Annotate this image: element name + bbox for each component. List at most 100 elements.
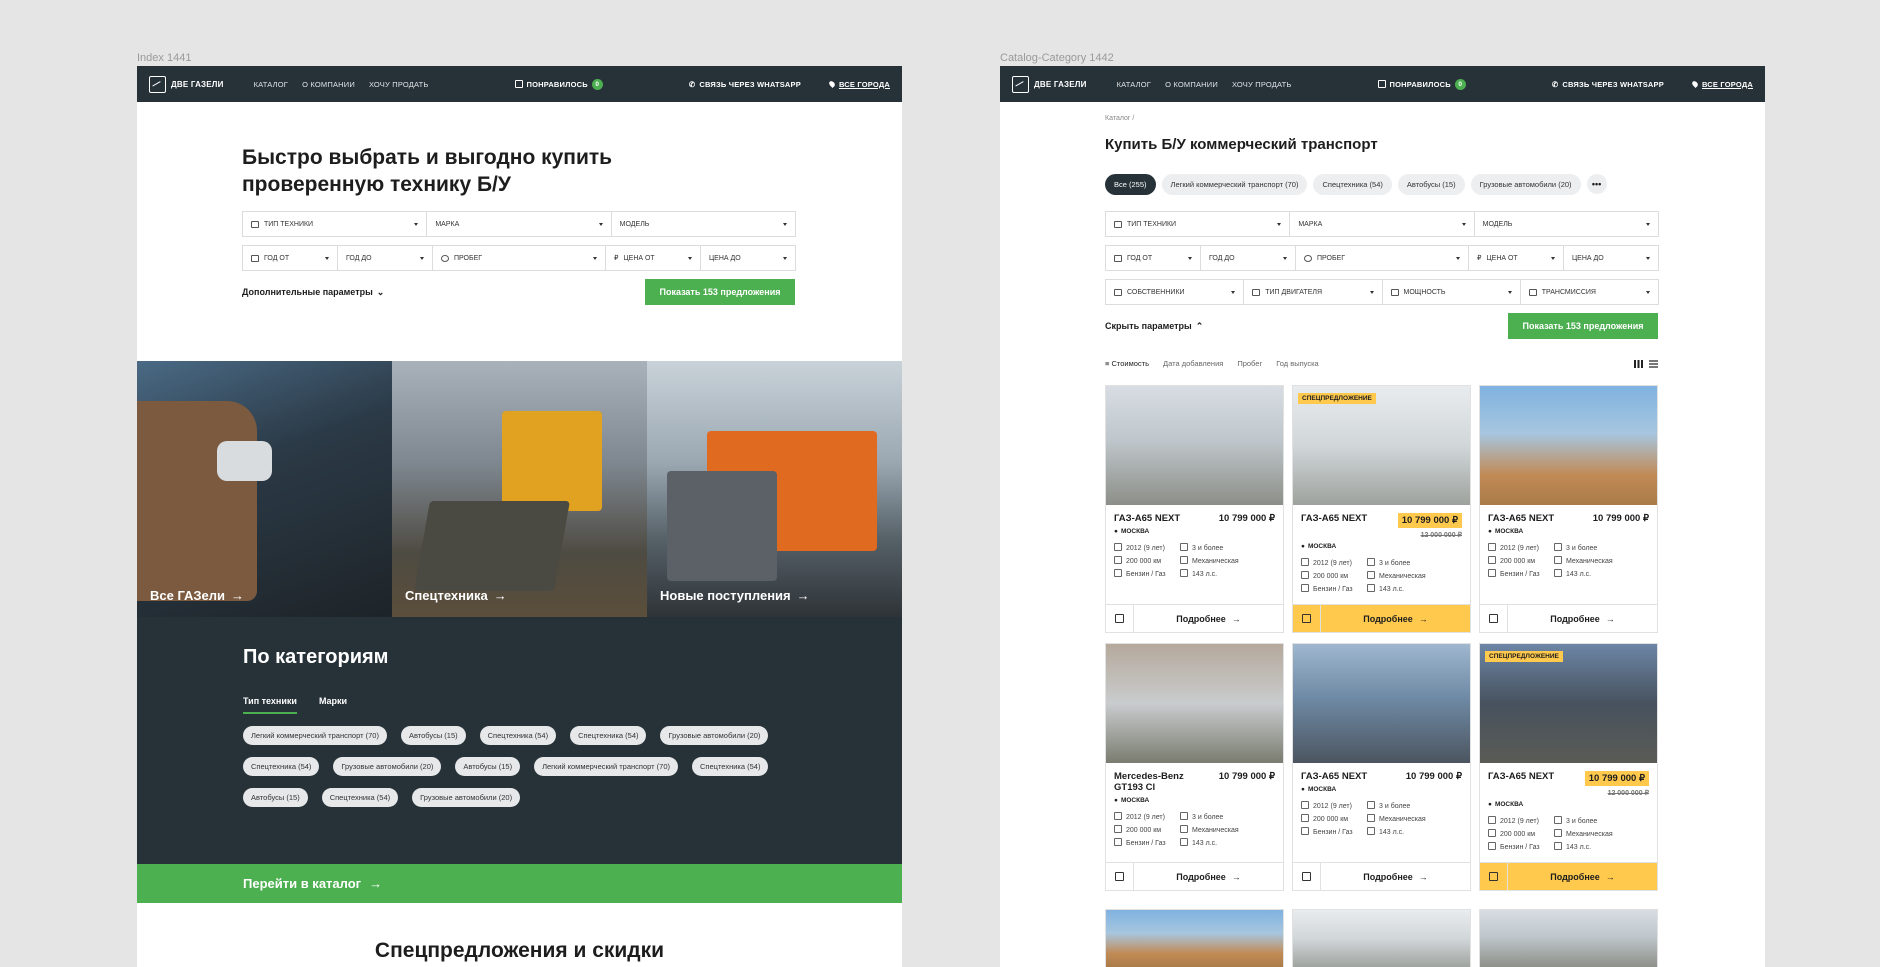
hide-params-toggle[interactable]: Скрыть параметры ⌃ (1105, 321, 1203, 332)
product-image[interactable] (1105, 909, 1284, 967)
logo[interactable]: ДВЕ ГАЗЕЛИ (1012, 75, 1087, 93)
product-image[interactable] (1480, 386, 1657, 505)
show-offers-button[interactable]: Показать 153 предложения (645, 279, 795, 305)
nav-catalog[interactable]: КАТАЛОГ (254, 80, 289, 89)
product-image[interactable] (1479, 909, 1658, 967)
details-button[interactable]: Подробнее → (1508, 863, 1657, 890)
product-card[interactable]: ГАЗ-А65 NEXT 10 799 000 ₽ ● МОСКВА 2012 (9 л… (1105, 385, 1284, 633)
compare-button[interactable] (1293, 863, 1321, 890)
pill-light[interactable]: Легкий коммерческий транспорт (70) (1161, 174, 1308, 195)
tile-all-gazelle[interactable]: Все ГАЗели → (137, 361, 392, 617)
compare-button[interactable] (1480, 863, 1508, 890)
category-chip[interactable]: Легкий коммерческий транспорт (70) (534, 757, 679, 776)
category-chip[interactable]: Автобусы (15) (455, 757, 521, 776)
nav-about[interactable]: О КОМПАНИИ (1165, 80, 1218, 89)
model-select[interactable]: МОДЕЛЬ (610, 211, 796, 237)
category-chip[interactable]: Грузовые автомобили (20) (333, 757, 442, 776)
category-chip[interactable]: Спецтехника (54) (321, 788, 399, 807)
price-to-select[interactable]: ЦЕНА ДО (700, 245, 796, 271)
breadcrumb[interactable]: Каталог / (1105, 115, 1134, 122)
details-button[interactable]: Подробнее → (1321, 605, 1470, 632)
liked-link[interactable]: ПОНРАВИЛОСЬ 0 (514, 78, 603, 90)
category-chip[interactable]: Грузовые автомобили (20) (412, 788, 521, 807)
category-chip[interactable]: Спецтехника (54) (570, 726, 647, 745)
category-chip[interactable]: Грузовые автомобили (20) (660, 726, 769, 745)
sort-year[interactable]: Год выпуска (1276, 359, 1319, 368)
city-select[interactable]: ВСЕ ГОРОДА (1691, 80, 1753, 89)
go-catalog-button[interactable]: Перейти в каталог → (137, 864, 902, 903)
pill-trucks[interactable]: Грузовые автомобили (20) (1470, 174, 1581, 195)
city-select[interactable]: ВСЕ ГОРОДА (828, 80, 890, 89)
product-name[interactable]: ГАЗ-А65 NEXT (1488, 513, 1554, 524)
year-from-select[interactable]: ГОД ОТ (242, 245, 338, 271)
power-select[interactable]: МОЩНОСТЬ (1381, 279, 1521, 305)
product-name[interactable]: ГАЗ-А65 NEXT (1488, 771, 1554, 782)
product-card[interactable]: ГАЗ-А65 NEXT 10 799 000 ₽ ● МОСКВА 2012 (9 л… (1479, 385, 1658, 633)
nav-sell[interactable]: ХОЧУ ПРОДАТЬ (1232, 80, 1292, 89)
brand-select[interactable]: МАРКА (1289, 211, 1475, 237)
product-name[interactable]: ГАЗ-А65 NEXT (1114, 513, 1180, 524)
type-select[interactable]: ТИП ТЕХНИКИ (242, 211, 428, 237)
tab-type[interactable]: Тип техники (243, 696, 297, 714)
price-to-select[interactable]: ЦЕНА ДО (1563, 245, 1659, 271)
product-image[interactable] (1106, 644, 1283, 763)
pill-special[interactable]: Спецтехника (54) (1313, 174, 1392, 195)
product-image[interactable] (1293, 644, 1470, 763)
product-image[interactable] (1106, 386, 1283, 505)
product-name[interactable]: ГАЗ-А65 NEXT (1301, 771, 1367, 782)
show-offers-button[interactable]: Показать 153 предложения (1508, 313, 1658, 339)
product-card[interactable]: Mercedes-Benz GT193 Cl 10 799 000 ₽ ● МОСКВ… (1105, 643, 1284, 891)
compare-button[interactable] (1480, 605, 1508, 632)
whatsapp-link[interactable]: ✆ СВЯЗЬ ЧЕРЕЗ WHATSAPP (1552, 80, 1664, 89)
category-chip[interactable]: Спецтехника (54) (243, 757, 320, 776)
compare-button[interactable] (1106, 863, 1134, 890)
year-to-select[interactable]: ГОД ДО (1200, 245, 1296, 271)
category-chip[interactable]: Автобусы (15) (243, 788, 308, 807)
nav-catalog[interactable]: КАТАЛОГ (1117, 80, 1152, 89)
nav-sell[interactable]: ХОЧУ ПРОДАТЬ (369, 80, 429, 89)
compare-button[interactable] (1293, 605, 1321, 632)
type-select[interactable]: ТИП ТЕХНИКИ (1105, 211, 1291, 237)
product-card[interactable]: СПЕЦПРЕДЛОЖЕНИЕ ГАЗ-А65 NEXT 10 799 000 ₽1… (1479, 643, 1658, 891)
liked-link[interactable]: ПОНРАВИЛОСЬ 0 (1377, 78, 1466, 90)
year-to-select[interactable]: ГОД ДО (337, 245, 433, 271)
engine-select[interactable]: ТИП ДВИГАТЕЛЯ (1243, 279, 1383, 305)
year-from-select[interactable]: ГОД ОТ (1105, 245, 1201, 271)
brand-select[interactable]: МАРКА (426, 211, 612, 237)
extra-params-toggle[interactable]: Дополнительные параметры ⌄ (242, 287, 384, 298)
tile-special-equipment[interactable]: Спецтехника → (392, 361, 647, 617)
sort-price[interactable]: ≡ Стоимость (1105, 359, 1149, 368)
transmission-select[interactable]: ТРАНСМИССИЯ (1519, 279, 1659, 305)
mileage-select[interactable]: ПРОБЕГ (432, 245, 606, 271)
pill-buses[interactable]: Автобусы (15) (1397, 174, 1465, 195)
product-card[interactable]: ГАЗ-А65 NEXT 10 799 000 ₽ ● МОСКВА 2012 (9 л… (1292, 643, 1471, 891)
tab-brands[interactable]: Марки (319, 696, 347, 714)
product-card[interactable]: СПЕЦПРЕДЛОЖЕНИЕ ГАЗ-А65 NEXT 10 799 000 ₽1… (1292, 385, 1471, 633)
category-chip[interactable]: Спецтехника (54) (479, 726, 557, 745)
more-pills-button[interactable]: ••• (1586, 174, 1607, 194)
details-button[interactable]: Подробнее → (1508, 605, 1657, 632)
category-chip[interactable]: Спецтехника (54) (692, 757, 769, 776)
category-chip[interactable]: Автобусы (15) (400, 726, 466, 745)
product-name[interactable]: Mercedes-Benz GT193 Cl (1114, 771, 1194, 793)
price-from-select[interactable]: ₽ ЦЕНА ОТ (605, 245, 701, 271)
details-button[interactable]: Подробнее → (1134, 605, 1283, 632)
product-image[interactable]: СПЕЦПРЕДЛОЖЕНИЕ (1293, 386, 1470, 505)
sort-date[interactable]: Дата добавления (1163, 359, 1223, 368)
list-view-icon[interactable] (1649, 359, 1658, 368)
mileage-select[interactable]: ПРОБЕГ (1295, 245, 1469, 271)
whatsapp-link[interactable]: ✆ СВЯЗЬ ЧЕРЕЗ WHATSAPP (689, 80, 801, 89)
compare-button[interactable] (1106, 605, 1134, 632)
nav-about[interactable]: О КОМПАНИИ (302, 80, 355, 89)
category-chip[interactable]: Легкий коммерческий транспорт (70) (243, 726, 387, 745)
model-select[interactable]: МОДЕЛЬ (1473, 211, 1659, 237)
tile-new-arrivals[interactable]: Новые поступления → (647, 361, 902, 617)
logo[interactable]: ДВЕ ГАЗЕЛИ (149, 75, 224, 93)
price-from-select[interactable]: ₽ ЦЕНА ОТ (1468, 245, 1564, 271)
product-name[interactable]: ГАЗ-А65 NEXT (1301, 513, 1367, 524)
sort-mileage[interactable]: Пробег (1237, 359, 1262, 368)
details-button[interactable]: Подробнее → (1321, 863, 1470, 890)
owners-select[interactable]: СОБСТВЕННИКИ (1105, 279, 1245, 305)
details-button[interactable]: Подробнее → (1134, 863, 1283, 890)
pill-all[interactable]: Все (255) (1105, 174, 1156, 195)
